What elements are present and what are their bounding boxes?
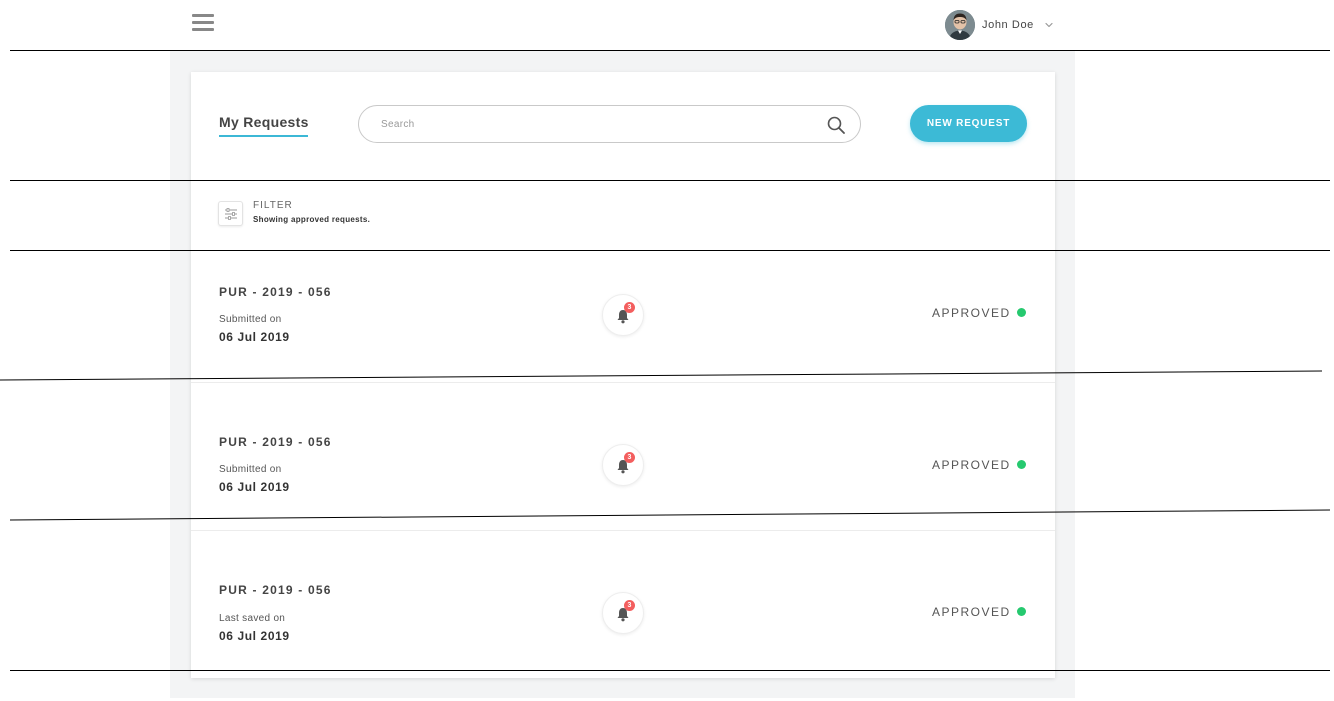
filter-label: FILTER (253, 200, 293, 211)
notification-badge: 3 (624, 302, 635, 313)
menu-bar (192, 14, 214, 17)
request-date-label: Last saved on (219, 613, 286, 624)
status-text: APPROVED (932, 605, 1011, 619)
filter-button[interactable] (218, 201, 243, 226)
user-avatar-image (945, 9, 975, 40)
request-date: 06 Jul 2019 (219, 629, 290, 643)
notifications-button[interactable]: 3 (602, 592, 644, 634)
status-dot (1017, 308, 1026, 317)
request-row[interactable]: PUR - 2019 - 056 Last saved on 06 Jul 20… (191, 530, 1055, 678)
request-code: PUR - 2019 - 056 (219, 285, 332, 299)
request-date-label: Submitted on (219, 314, 282, 325)
request-row[interactable]: PUR - 2019 - 056 Submitted on 06 Jul 201… (191, 250, 1055, 398)
hamburger-menu-icon[interactable] (192, 13, 214, 33)
search-icon[interactable] (826, 115, 846, 135)
request-code: PUR - 2019 - 056 (219, 435, 332, 449)
search-input[interactable] (381, 115, 801, 133)
filter-status: Showing approved requests. (253, 215, 371, 224)
guide-line (10, 50, 1330, 51)
status-dot (1017, 460, 1026, 469)
notifications-button[interactable]: 3 (602, 294, 644, 336)
notifications-button[interactable]: 3 (602, 444, 644, 486)
title-underline (219, 135, 308, 137)
avatar (945, 9, 975, 40)
search-box (358, 105, 861, 143)
guide-line (10, 670, 1330, 671)
request-date-label: Submitted on (219, 464, 282, 475)
request-date: 06 Jul 2019 (219, 330, 290, 344)
request-date: 06 Jul 2019 (219, 480, 290, 494)
notification-badge: 3 (624, 600, 635, 611)
status-text: APPROVED (932, 458, 1011, 472)
guide-line (10, 180, 1330, 181)
menu-bar (192, 21, 214, 24)
user-menu[interactable]: John Doe (945, 9, 1054, 40)
requests-card: My Requests NEW REQUEST FILTER Showing a… (191, 72, 1055, 678)
new-request-button[interactable]: NEW REQUEST (910, 105, 1027, 142)
chevron-down-icon (1045, 22, 1053, 27)
request-row[interactable]: PUR - 2019 - 056 Submitted on 06 Jul 201… (191, 382, 1055, 530)
sliders-icon (225, 208, 237, 220)
page-title: My Requests (219, 114, 309, 130)
request-code: PUR - 2019 - 056 (219, 583, 332, 597)
status-dot (1017, 607, 1026, 616)
user-name: John Doe (982, 18, 1034, 31)
notification-badge: 3 (624, 452, 635, 463)
guide-line (10, 250, 1330, 251)
status-text: APPROVED (932, 306, 1011, 320)
menu-bar (192, 28, 214, 31)
